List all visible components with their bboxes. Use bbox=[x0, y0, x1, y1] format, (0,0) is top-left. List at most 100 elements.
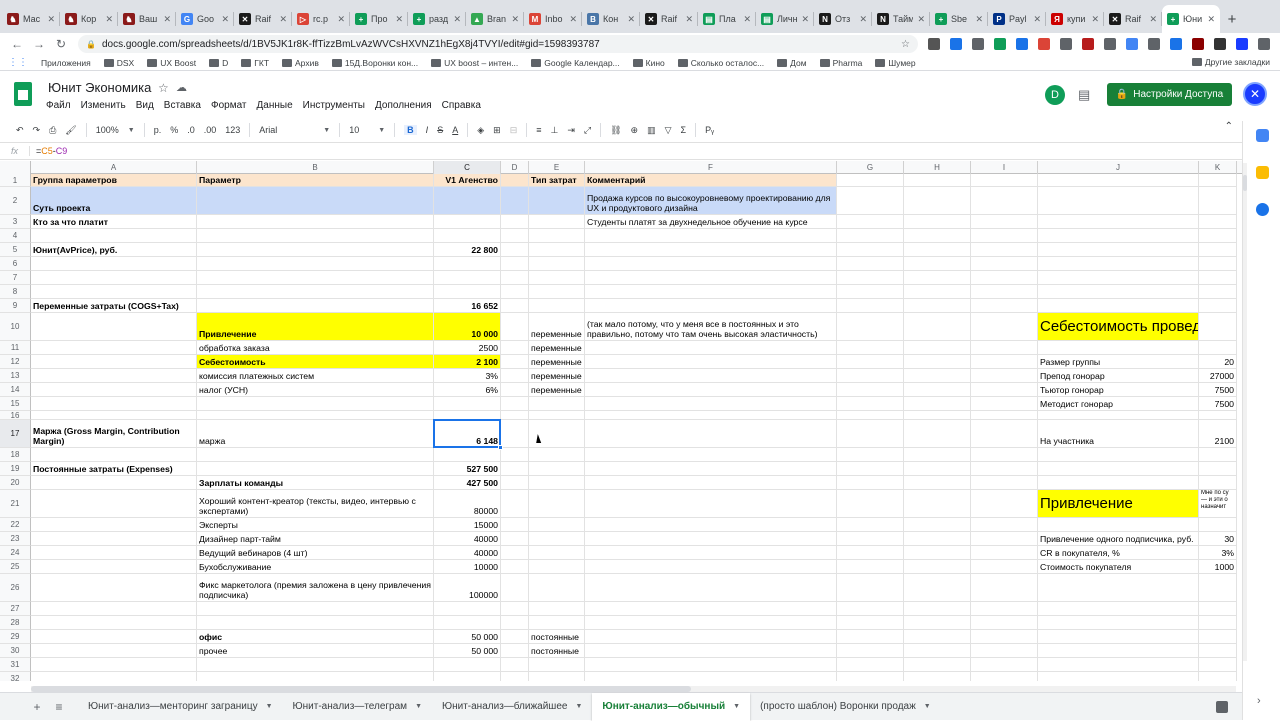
cell-h4[interactable] bbox=[904, 229, 971, 243]
cell-d11[interactable] bbox=[501, 341, 529, 355]
row-header[interactable]: 21 bbox=[0, 490, 31, 518]
cell-d25[interactable] bbox=[501, 560, 529, 574]
cell-k15[interactable]: 7500 bbox=[1199, 397, 1237, 411]
cell-b30[interactable]: прочее bbox=[197, 644, 434, 658]
cell-j25[interactable]: Стоимость покупателя bbox=[1038, 560, 1199, 574]
cell-h27[interactable] bbox=[904, 602, 971, 616]
column-header[interactable]: B bbox=[197, 161, 434, 174]
bookmark-item[interactable]: Дом bbox=[777, 58, 807, 68]
cell-d14[interactable] bbox=[501, 383, 529, 397]
cell-e26[interactable] bbox=[529, 574, 585, 602]
cell-h16[interactable] bbox=[904, 411, 971, 420]
cell-c24[interactable]: 40000 bbox=[434, 546, 501, 560]
row-header[interactable]: 9 bbox=[0, 299, 31, 313]
fill-handle[interactable] bbox=[498, 445, 503, 450]
cell-e28[interactable] bbox=[529, 616, 585, 630]
cell-i24[interactable] bbox=[971, 546, 1038, 560]
cell-e6[interactable] bbox=[529, 257, 585, 271]
cell-a10[interactable] bbox=[31, 313, 197, 341]
cell-a4[interactable] bbox=[31, 229, 197, 243]
expand-panel-icon[interactable]: › bbox=[1257, 695, 1261, 707]
cell-a32[interactable] bbox=[31, 672, 197, 681]
cell-d5[interactable] bbox=[501, 243, 529, 257]
cell-h14[interactable] bbox=[904, 383, 971, 397]
cloud-status-icon[interactable]: ☁ bbox=[176, 81, 187, 94]
cell-b19[interactable] bbox=[197, 462, 434, 476]
print-icon[interactable]: ⎙ bbox=[49, 125, 56, 136]
filter-icon[interactable]: ▽ bbox=[665, 125, 672, 136]
cell-g11[interactable] bbox=[837, 341, 904, 355]
browser-tab[interactable]: + разд ✕ bbox=[408, 5, 466, 33]
cell-d4[interactable] bbox=[501, 229, 529, 243]
document-title[interactable]: Юнит Экономика bbox=[48, 80, 151, 95]
cell-g21[interactable] bbox=[837, 490, 904, 518]
browser-tab[interactable]: ▤ Пла ✕ bbox=[698, 5, 756, 33]
text-color-button[interactable]: A bbox=[452, 125, 458, 135]
cell-e13[interactable]: переменные bbox=[529, 369, 585, 383]
wrap-icon[interactable]: ⇥ bbox=[567, 125, 575, 136]
cell-j19[interactable] bbox=[1038, 462, 1199, 476]
close-icon[interactable]: ✕ bbox=[1207, 14, 1215, 25]
cell-d15[interactable] bbox=[501, 397, 529, 411]
cell-g12[interactable] bbox=[837, 355, 904, 369]
cell-k18[interactable] bbox=[1199, 448, 1237, 462]
cell-k23[interactable]: 30 bbox=[1199, 532, 1237, 546]
cell-c30[interactable]: 50 000 bbox=[434, 644, 501, 658]
cell-h3[interactable] bbox=[904, 215, 971, 229]
bookmark-star-icon[interactable]: ☆ bbox=[901, 39, 910, 50]
cell-a28[interactable] bbox=[31, 616, 197, 630]
cell-e29[interactable]: постоянные bbox=[529, 630, 585, 644]
close-icon[interactable]: ✕ bbox=[47, 14, 55, 25]
close-icon[interactable]: ✕ bbox=[1091, 14, 1099, 25]
row-header[interactable]: 6 bbox=[0, 257, 31, 271]
cell-k21[interactable]: Мне по су — и эти о назначит bbox=[1199, 490, 1237, 518]
cell-i16[interactable] bbox=[971, 411, 1038, 420]
cell-a16[interactable] bbox=[31, 411, 197, 420]
cell-i13[interactable] bbox=[971, 369, 1038, 383]
cell-f12[interactable] bbox=[585, 355, 837, 369]
browser-tab[interactable]: P Payl ✕ bbox=[988, 5, 1046, 33]
cell-g9[interactable] bbox=[837, 299, 904, 313]
cell-k1[interactable] bbox=[1199, 174, 1237, 187]
cell-f26[interactable] bbox=[585, 574, 837, 602]
cell-j6[interactable] bbox=[1038, 257, 1199, 271]
paint-format-icon[interactable]: 🖌 bbox=[65, 125, 76, 136]
column-header[interactable]: C bbox=[434, 161, 501, 174]
selected-cell-c17[interactable] bbox=[433, 419, 501, 448]
cell-d3[interactable] bbox=[501, 215, 529, 229]
bookmark-item[interactable]: 15Д.Воронки кон... bbox=[331, 58, 418, 68]
cell-c29[interactable]: 50 000 bbox=[434, 630, 501, 644]
browser-tab[interactable]: ♞ Ваш ✕ bbox=[118, 5, 176, 33]
cell-a13[interactable] bbox=[31, 369, 197, 383]
decrease-decimal-button[interactable]: .0 bbox=[187, 125, 195, 135]
cell-i8[interactable] bbox=[971, 285, 1038, 299]
cell-g16[interactable] bbox=[837, 411, 904, 420]
cell-j29[interactable] bbox=[1038, 630, 1199, 644]
cell-a11[interactable] bbox=[31, 341, 197, 355]
sheet-tab[interactable]: Юнит-анализ—ближайшее ▼ bbox=[432, 693, 592, 721]
bookmark-item[interactable]: UX boost – интен... bbox=[431, 58, 518, 68]
row-header[interactable]: 22 bbox=[0, 518, 31, 532]
cell-j5[interactable] bbox=[1038, 243, 1199, 257]
cell-b16[interactable] bbox=[197, 411, 434, 420]
cell-c1[interactable]: V1 Агенство bbox=[434, 174, 501, 187]
close-icon[interactable]: ✕ bbox=[1149, 14, 1157, 25]
close-icon[interactable]: ✕ bbox=[337, 14, 345, 25]
cell-h22[interactable] bbox=[904, 518, 971, 532]
row-header[interactable]: 23 bbox=[0, 532, 31, 546]
cell-b32[interactable] bbox=[197, 672, 434, 681]
cell-d24[interactable] bbox=[501, 546, 529, 560]
extension-icon[interactable] bbox=[1258, 38, 1270, 50]
cell-k29[interactable] bbox=[1199, 630, 1237, 644]
cell-j24[interactable]: CR в покупателя, % bbox=[1038, 546, 1199, 560]
cell-c27[interactable] bbox=[434, 602, 501, 616]
menu-item[interactable]: Данные bbox=[257, 100, 293, 111]
cell-c5[interactable]: 22 800 bbox=[434, 243, 501, 257]
cell-h32[interactable] bbox=[904, 672, 971, 681]
cell-e7[interactable] bbox=[529, 271, 585, 285]
italic-button[interactable]: I bbox=[426, 125, 429, 135]
close-icon[interactable]: ✕ bbox=[1033, 14, 1041, 25]
cell-i23[interactable] bbox=[971, 532, 1038, 546]
calendar-icon[interactable] bbox=[1256, 129, 1269, 142]
cell-b3[interactable] bbox=[197, 215, 434, 229]
